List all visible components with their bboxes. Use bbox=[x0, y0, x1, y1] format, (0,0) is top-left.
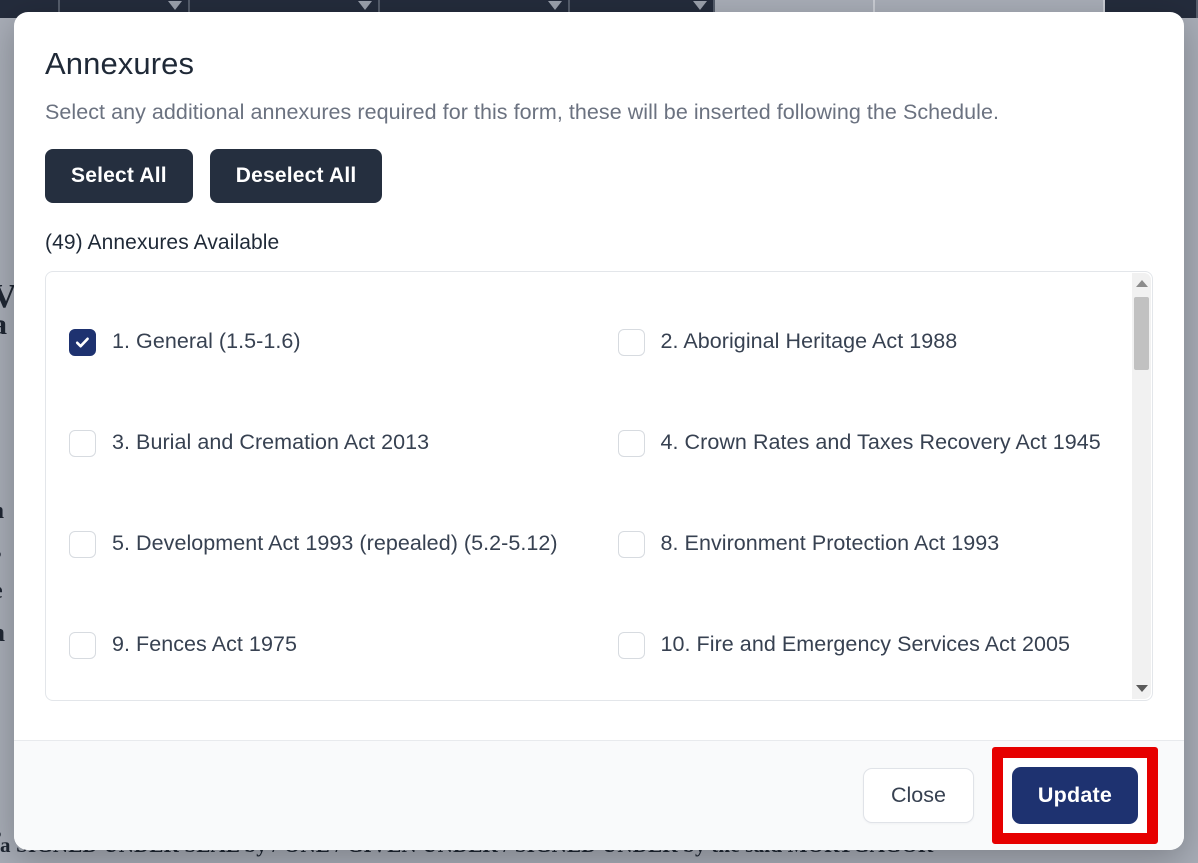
annexure-list-item[interactable]: 2. Aboriginal Heritage Act 1988 bbox=[595, 290, 1134, 391]
checkbox-unchecked-icon[interactable] bbox=[69, 430, 96, 457]
annexure-checkbox-wrapper bbox=[617, 426, 645, 457]
deselect-all-button[interactable]: Deselect All bbox=[209, 149, 383, 203]
annexure-list-item[interactable]: 1. General (1.5-1.6) bbox=[46, 290, 585, 391]
page-root: sVaaseas a SIGNED UNDER SEAL by / ONE / … bbox=[0, 0, 1198, 863]
annexure-checkbox-wrapper bbox=[69, 325, 96, 356]
checkbox-checked-icon[interactable] bbox=[69, 329, 96, 356]
annexure-list-item[interactable]: 8. Environment Protection Act 1993 bbox=[595, 492, 1134, 593]
annexure-checkbox-wrapper bbox=[69, 628, 96, 659]
annexure-checkbox-wrapper bbox=[617, 325, 645, 356]
annexure-checkbox-wrapper bbox=[617, 628, 645, 659]
annexure-list-item[interactable]: 4. Crown Rates and Taxes Recovery Act 19… bbox=[595, 391, 1134, 492]
annexure-label: 3. Burial and Cremation Act 2013 bbox=[112, 429, 430, 454]
scrollbar-thumb[interactable] bbox=[1134, 297, 1149, 370]
annexures-list-container: 1. General (1.5-1.6) 2. Aboriginal Herita… bbox=[45, 271, 1153, 701]
annexure-list-item[interactable]: 10. Fire and Emergency Services Act 2005 bbox=[595, 593, 1134, 694]
chevron-down-icon bbox=[548, 1, 562, 10]
background-glyph: a bbox=[0, 498, 4, 525]
background-glyph: a bbox=[0, 618, 5, 648]
background-glyph: a bbox=[0, 308, 7, 342]
checkbox-unchecked-icon[interactable] bbox=[69, 632, 96, 659]
annexure-checkbox-wrapper bbox=[69, 426, 96, 457]
annexure-list-item[interactable]: 3. Burial and Cremation Act 2013 bbox=[46, 391, 585, 492]
annexure-checkbox-wrapper bbox=[617, 527, 645, 558]
triangle-up-icon[interactable] bbox=[1132, 275, 1151, 292]
annexure-label: 2. Aboriginal Heritage Act 1988 bbox=[660, 328, 958, 353]
checkbox-unchecked-icon[interactable] bbox=[617, 329, 645, 356]
chevron-down-icon bbox=[693, 1, 707, 10]
modal-body: Annexures Select any additional annexure… bbox=[14, 12, 1184, 740]
checkbox-unchecked-icon[interactable] bbox=[617, 531, 645, 558]
checkbox-unchecked-icon[interactable] bbox=[617, 430, 645, 457]
close-button[interactable]: Close bbox=[862, 768, 974, 823]
annexure-label: 4. Crown Rates and Taxes Recovery Act 19… bbox=[660, 429, 1101, 454]
update-button-highlight: Update bbox=[991, 747, 1158, 844]
annexure-checkbox-wrapper bbox=[69, 527, 96, 558]
annexures-modal: Annexures Select any additional annexure… bbox=[14, 12, 1184, 850]
annexure-label: 9. Fences Act 1975 bbox=[112, 631, 297, 656]
background-glyph: s bbox=[0, 538, 1, 565]
annexure-label: 5. Development Act 1993 (repealed) (5.2-… bbox=[112, 530, 558, 555]
triangle-down-icon[interactable] bbox=[1132, 680, 1151, 697]
annexure-list-item[interactable]: 9. Fences Act 1975 bbox=[46, 593, 585, 694]
modal-description: Select any additional annexures required… bbox=[45, 100, 1000, 124]
checkbox-unchecked-icon[interactable] bbox=[617, 632, 645, 659]
chevron-down-icon bbox=[358, 1, 372, 10]
modal-footer: Close Update bbox=[14, 740, 1184, 850]
bulk-action-button-row: Select All Deselect All bbox=[45, 149, 1153, 203]
annexure-label: 1. General (1.5-1.6) bbox=[112, 328, 301, 353]
annexure-label: 8. Environment Protection Act 1993 bbox=[660, 530, 1000, 555]
annexures-grid: 1. General (1.5-1.6) 2. Aboriginal Herita… bbox=[46, 290, 1133, 694]
page-title: Annexures bbox=[45, 46, 195, 81]
annexures-count-label: (49) Annexures Available bbox=[45, 231, 280, 254]
background-glyph: e bbox=[0, 578, 3, 605]
background-glyph: s bbox=[0, 78, 1, 104]
checkbox-unchecked-icon[interactable] bbox=[69, 531, 96, 558]
annexures-scrollbar[interactable] bbox=[1132, 273, 1151, 699]
update-button[interactable]: Update bbox=[1011, 767, 1138, 824]
annexure-list-item[interactable]: 5. Development Act 1993 (repealed) (5.2-… bbox=[46, 492, 585, 593]
annexures-list-scroll-area[interactable]: 1. General (1.5-1.6) 2. Aboriginal Herita… bbox=[46, 272, 1133, 700]
select-all-button[interactable]: Select All bbox=[45, 149, 193, 203]
chevron-down-icon bbox=[168, 1, 182, 10]
annexure-label: 10. Fire and Emergency Services Act 2005 bbox=[660, 631, 1071, 656]
